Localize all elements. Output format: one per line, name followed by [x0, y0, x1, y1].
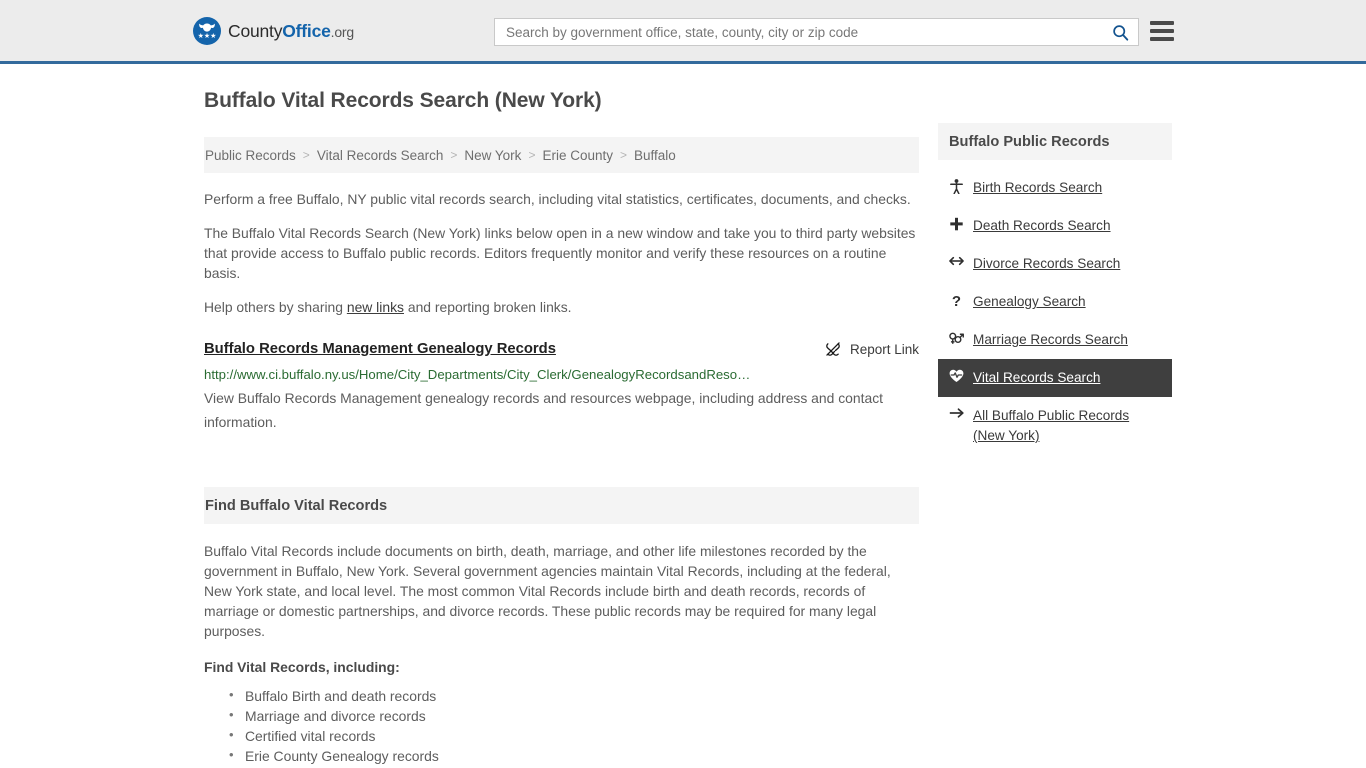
new-links-link[interactable]: new links — [347, 299, 404, 315]
result-url[interactable]: http://www.ci.buffalo.ny.us/Home/City_De… — [204, 366, 919, 383]
site-logo[interactable]: ★★★ CountyOffice.org — [193, 17, 354, 45]
sidebar-item-divorce-records-search[interactable]: Divorce Records Search — [938, 245, 1172, 283]
result-listing: Buffalo Records Management Genealogy Rec… — [204, 339, 919, 434]
hamburger-bar — [1150, 37, 1174, 41]
sidebar-item-label: Vital Records Search — [973, 370, 1101, 385]
breadcrumb-separator: > — [528, 148, 536, 162]
sidebar-item-label: Marriage Records Search — [973, 332, 1128, 347]
sidebar-item-death-records-search[interactable]: Death Records Search — [938, 207, 1172, 245]
intro-paragraph-2: The Buffalo Vital Records Search (New Yo… — [204, 225, 916, 281]
vital-records-list: Buffalo Birth and death records Marriage… — [204, 685, 919, 766]
sidebar-item-label: Genealogy Search — [973, 294, 1086, 309]
result-header-row: Buffalo Records Management Genealogy Rec… — [204, 339, 919, 359]
list-item: Marriage and divorce records — [229, 705, 919, 726]
search-input[interactable] — [495, 19, 1102, 45]
hamburger-menu-icon[interactable] — [1150, 20, 1174, 42]
cross-icon — [949, 216, 964, 231]
help-paragraph: Help others by sharing new links and rep… — [204, 297, 919, 317]
logo-text-office: Office — [282, 20, 331, 41]
eagle-glyph — [199, 23, 215, 32]
report-link-button[interactable]: Report Link — [825, 339, 919, 357]
help-text-after: and reporting broken links. — [403, 299, 572, 315]
hamburger-bar — [1150, 29, 1174, 33]
result-title-link[interactable]: Buffalo Records Management Genealogy Rec… — [204, 339, 556, 359]
page-title: Buffalo Vital Records Search (New York) — [204, 89, 602, 112]
list-item: Erie County Genealogy records — [229, 745, 919, 766]
breadcrumb-separator: > — [620, 148, 628, 162]
site-header: ★★★ CountyOffice.org — [0, 0, 1366, 64]
sidebar-item-vital-records-search[interactable]: Vital Records Search — [938, 359, 1172, 397]
list-heading: Find Vital Records, including: — [204, 659, 400, 675]
stars-glyph: ★★★ — [197, 33, 217, 40]
main-content: Buffalo Vital Records Search (New York) … — [204, 88, 919, 766]
broken-link-icon — [826, 342, 840, 356]
intro-paragraph-1: Perform a free Buffalo, NY public vital … — [204, 191, 911, 207]
arrow-right-icon — [949, 406, 964, 419]
hamburger-bar — [1150, 21, 1174, 25]
help-text-before: Help others by sharing — [204, 299, 347, 315]
breadcrumb-separator: > — [450, 148, 458, 162]
search-button[interactable] — [1102, 19, 1138, 45]
sidebar-links: Birth Records Search Death Records Searc… — [938, 169, 1172, 455]
sidebar-heading: Buffalo Public Records — [949, 133, 1110, 150]
breadcrumb-item-new-york[interactable]: New York — [464, 148, 521, 163]
breadcrumb: Public Records > Vital Records Search > … — [204, 137, 919, 173]
sidebar-item-marriage-records-search[interactable]: Marriage Records Search — [938, 321, 1172, 359]
search-bar[interactable] — [494, 18, 1139, 46]
logo-text-org: .org — [330, 23, 355, 40]
search-icon — [1112, 24, 1128, 41]
eagle-seal-icon: ★★★ — [193, 17, 221, 45]
split-arrows-icon — [949, 254, 964, 267]
list-item: Certified vital records — [229, 725, 919, 746]
gender-symbols-icon — [949, 330, 964, 345]
result-description: View Buffalo Records Management genealog… — [204, 390, 884, 430]
breadcrumb-separator: > — [302, 148, 310, 162]
logo-wordmark: CountyOffice.org — [228, 21, 354, 42]
report-link-label: Report Link — [849, 341, 919, 357]
sidebar-item-genealogy-search[interactable]: ? Genealogy Search — [938, 283, 1172, 321]
breadcrumb-item-vital-records-search[interactable]: Vital Records Search — [317, 148, 444, 163]
sidebar-item-label: Birth Records Search — [973, 180, 1103, 195]
sidebar-item-label: Death Records Search — [973, 218, 1111, 233]
sidebar-item-label: All Buffalo Public Records (New York) — [973, 408, 1130, 443]
sidebar: Buffalo Public Records Birth Records Sea… — [938, 123, 1172, 455]
sidebar-item-label: Divorce Records Search — [973, 256, 1121, 271]
heartbeat-icon — [949, 368, 964, 383]
question-mark-icon: ? — [951, 293, 962, 310]
section-body-text: Buffalo Vital Records include documents … — [204, 543, 891, 639]
baby-icon — [949, 178, 964, 194]
logo-text-county: County — [228, 20, 283, 41]
section-heading: Find Buffalo Vital Records — [205, 497, 388, 514]
sidebar-header: Buffalo Public Records — [938, 123, 1172, 160]
sidebar-item-all-buffalo-public-records[interactable]: All Buffalo Public Records (New York) — [938, 397, 1172, 455]
list-item: Buffalo Birth and death records — [229, 685, 919, 706]
find-records-section-header: Find Buffalo Vital Records — [204, 487, 919, 524]
breadcrumb-item-buffalo[interactable]: Buffalo — [634, 148, 676, 163]
breadcrumb-item-erie-county[interactable]: Erie County — [542, 148, 613, 163]
breadcrumb-item-public-records[interactable]: Public Records — [205, 148, 296, 163]
sidebar-item-birth-records-search[interactable]: Birth Records Search — [938, 169, 1172, 207]
